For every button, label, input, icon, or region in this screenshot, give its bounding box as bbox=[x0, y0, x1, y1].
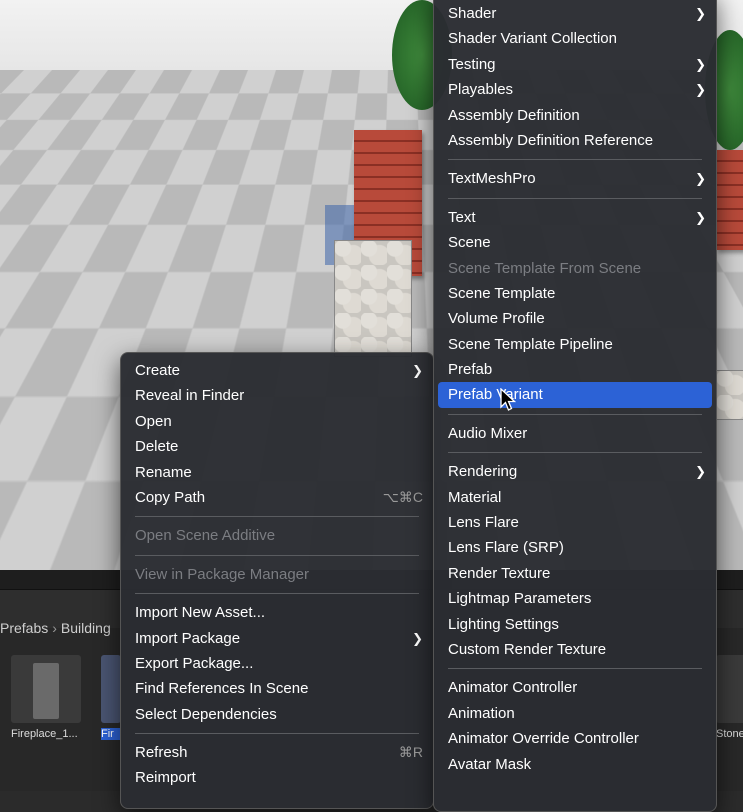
menu-item-volume-profile[interactable]: Volume Profile bbox=[434, 306, 716, 331]
menu-item-text[interactable]: Text ❯ bbox=[434, 205, 716, 230]
menu-item-label: Shader bbox=[448, 5, 497, 22]
menu-item-delete[interactable]: Delete bbox=[121, 434, 433, 459]
menu-item-audio-mixer[interactable]: Audio Mixer bbox=[434, 421, 716, 446]
divider bbox=[135, 733, 419, 735]
divider bbox=[135, 516, 419, 518]
menu-item-testing[interactable]: Testing ❯ bbox=[434, 52, 716, 77]
menu-item-scene-template-pipeline[interactable]: Scene Template Pipeline bbox=[434, 332, 716, 357]
menu-item-lighting-settings[interactable]: Lighting Settings bbox=[434, 612, 716, 637]
asset-thumbnail bbox=[11, 655, 81, 723]
menu-item-animator-controller[interactable]: Animator Controller bbox=[434, 675, 716, 700]
divider bbox=[135, 593, 419, 595]
asset-item[interactable]: Stone bbox=[716, 655, 743, 740]
create-submenu: Shader ❯ Shader Variant Collection Testin… bbox=[433, 0, 717, 812]
context-menu: Create ❯ Reveal in Finder Open Delete Ren… bbox=[120, 352, 434, 809]
menu-item-textmeshpro[interactable]: TextMeshPro ❯ bbox=[434, 166, 716, 191]
menu-item-animator-override-controller[interactable]: Animator Override Controller bbox=[434, 726, 716, 751]
menu-item-open[interactable]: Open bbox=[121, 409, 433, 434]
menu-item-export-package[interactable]: Export Package... bbox=[121, 651, 433, 676]
chevron-right-icon: ❯ bbox=[695, 464, 706, 480]
menu-item-label: Create bbox=[135, 362, 181, 379]
menu-item-scene[interactable]: Scene bbox=[434, 230, 716, 255]
menu-item-reimport[interactable]: Reimport bbox=[121, 765, 433, 790]
asset-thumbnail bbox=[101, 655, 121, 723]
breadcrumb: Prefabs › Building bbox=[0, 620, 111, 636]
menu-item-prefab-variant[interactable]: Prefab Variant bbox=[438, 382, 712, 408]
divider bbox=[448, 452, 702, 454]
wooden-plank bbox=[36, 385, 124, 394]
menu-item-scene-template[interactable]: Scene Template bbox=[434, 281, 716, 306]
menu-item-label: Refresh bbox=[135, 744, 188, 762]
chevron-right-icon: ❯ bbox=[412, 630, 423, 646]
chevron-right-icon: ❯ bbox=[695, 56, 706, 72]
divider bbox=[448, 413, 702, 415]
menu-item-material[interactable]: Material bbox=[434, 485, 716, 510]
menu-item-assembly-definition-reference[interactable]: Assembly Definition Reference bbox=[434, 128, 716, 153]
asset-label: Fir bbox=[101, 728, 121, 740]
shortcut-label: ⌥⌘C bbox=[382, 488, 423, 505]
menu-item-label: Rendering bbox=[448, 463, 518, 481]
wooden-plank bbox=[10, 323, 128, 332]
menu-item-shader-variant-collection[interactable]: Shader Variant Collection bbox=[434, 26, 716, 51]
menu-item-lightmap-parameters[interactable]: Lightmap Parameters bbox=[434, 586, 716, 611]
menu-item-custom-render-texture[interactable]: Custom Render Texture bbox=[434, 637, 716, 662]
stone-chimney bbox=[334, 240, 412, 357]
divider bbox=[135, 554, 419, 556]
roof-tile-piece bbox=[716, 150, 743, 250]
chevron-right-icon: ❯ bbox=[695, 82, 706, 98]
divider bbox=[448, 668, 702, 670]
menu-item-scene-template-from-scene: Scene Template From Scene bbox=[448, 259, 642, 277]
mouse-cursor-icon bbox=[500, 388, 516, 411]
menu-item-label: Text bbox=[448, 208, 476, 226]
chevron-right-icon: ❯ bbox=[695, 209, 706, 225]
menu-item-rename[interactable]: Rename bbox=[121, 460, 433, 485]
menu-item-label: Import Package bbox=[135, 629, 241, 647]
menu-item-find-references[interactable]: Find References In Scene bbox=[121, 676, 433, 701]
menu-item-label: Playables bbox=[448, 81, 514, 99]
chevron-right-icon: ❯ bbox=[695, 171, 706, 187]
menu-item-view-in-package-manager: View in Package Manager bbox=[135, 565, 309, 583]
menu-item-reveal-in-finder[interactable]: Reveal in Finder bbox=[121, 383, 433, 408]
divider bbox=[448, 159, 702, 161]
menu-item-refresh[interactable]: Refresh ⌘R bbox=[121, 740, 433, 765]
menu-item-playables[interactable]: Playables ❯ bbox=[434, 77, 716, 102]
menu-item-label: Testing bbox=[448, 55, 496, 73]
chevron-right-icon: › bbox=[52, 620, 57, 636]
menu-item-prefab[interactable]: Prefab bbox=[434, 357, 716, 382]
asset-label: Stone bbox=[716, 728, 743, 740]
menu-item-import-new-asset[interactable]: Import New Asset... bbox=[121, 600, 433, 625]
menu-item-shader[interactable]: Shader ❯ bbox=[434, 1, 716, 26]
menu-item-lens-flare[interactable]: Lens Flare bbox=[434, 510, 716, 535]
menu-item-assembly-definition[interactable]: Assembly Definition bbox=[434, 103, 716, 128]
stone-piece bbox=[716, 370, 743, 420]
menu-item-select-dependencies[interactable]: Select Dependencies bbox=[121, 702, 433, 727]
asset-label: Fireplace_1... bbox=[11, 728, 78, 740]
menu-item-lens-flare-srp[interactable]: Lens Flare (SRP) bbox=[434, 535, 716, 560]
shortcut-label: ⌘R bbox=[398, 744, 423, 761]
menu-item-animation[interactable]: Animation bbox=[434, 701, 716, 726]
chevron-right-icon: ❯ bbox=[412, 363, 423, 378]
roof-tile-piece bbox=[187, 151, 271, 278]
menu-item-create[interactable]: Create ❯ bbox=[121, 358, 433, 383]
menu-item-copy-path[interactable]: Copy Path ⌥⌘C bbox=[121, 485, 433, 510]
menu-item-avatar-mask[interactable]: Avatar Mask bbox=[434, 752, 716, 777]
chevron-right-icon: ❯ bbox=[695, 6, 706, 21]
menu-item-rendering[interactable]: Rendering ❯ bbox=[434, 459, 716, 484]
menu-item-label: Copy Path bbox=[135, 488, 206, 506]
breadcrumb-item-prefabs[interactable]: Prefabs bbox=[0, 620, 48, 636]
asset-item-selected[interactable]: Fir bbox=[101, 655, 121, 740]
menu-item-import-package[interactable]: Import Package ❯ bbox=[121, 626, 433, 651]
asset-thumbnail bbox=[716, 655, 743, 723]
divider bbox=[448, 197, 702, 199]
menu-item-open-scene-additive: Open Scene Additive bbox=[135, 527, 276, 545]
menu-item-label: TextMeshPro bbox=[448, 170, 536, 188]
breadcrumb-item-building[interactable]: Building bbox=[61, 620, 111, 636]
asset-item[interactable]: Fireplace_1... bbox=[11, 655, 81, 740]
shadow bbox=[48, 352, 120, 360]
menu-item-render-texture[interactable]: Render Texture bbox=[434, 561, 716, 586]
